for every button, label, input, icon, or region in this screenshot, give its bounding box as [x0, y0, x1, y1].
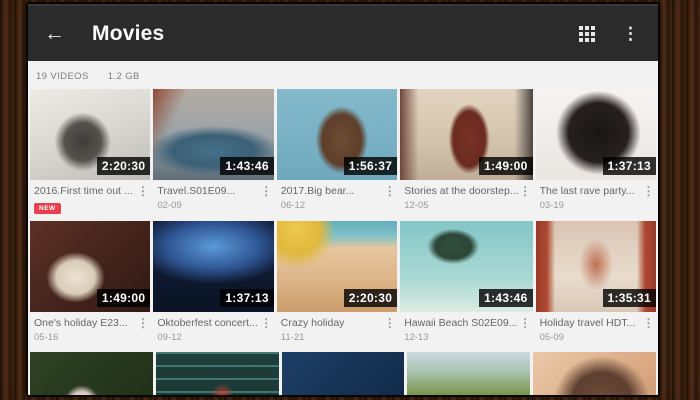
video-meta: Crazy holiday 11-21 ⋮ [277, 312, 397, 346]
brown-bear-against-sky-thumbnail[interactable]: 1:56:37 [277, 89, 397, 180]
video-card[interactable]: 1:49:00 Stories at the doorstep... 12-05… [400, 89, 532, 215]
video-meta-text: The last rave party... 03-19 [540, 185, 642, 211]
new-badge: NEW [34, 203, 61, 214]
video-meta-text: One's holiday E23... 05-16 [34, 317, 136, 343]
grid-view-icon[interactable] [579, 26, 595, 42]
app-bar-actions: ⋮ [579, 23, 642, 44]
video-count: 19 VIDEOS [36, 71, 89, 82]
app-bar: ← Movies ⋮ [28, 4, 658, 61]
video-options-icon[interactable]: ⋮ [383, 185, 396, 198]
video-date: 12-13 [404, 332, 518, 343]
video-title: 2016.First time out ... [34, 185, 136, 197]
screen: ← Movies ⋮ 19 VIDEOS 1.2 GB 2:20:30 [28, 4, 658, 395]
video-duration-badge: 1:43:46 [220, 157, 273, 175]
woman-portrait-video-thumbnail[interactable] [533, 352, 656, 395]
video-card[interactable]: 1:37:13 Oktoberfest concert... 09-12 ⋮ [153, 221, 273, 346]
video-date: 03-19 [540, 200, 642, 211]
page-title: Movies [92, 22, 164, 46]
video-meta-text: Hawaii Beach S02E09... 12-13 [404, 317, 518, 343]
valley-landscape-video-thumbnail[interactable] [407, 352, 530, 395]
video-meta: The last rave party... 03-19 ⋮ [536, 180, 656, 214]
video-title: Crazy holiday [281, 317, 383, 329]
video-options-icon[interactable]: ⋮ [383, 317, 396, 330]
video-meta: One's holiday E23... 05-16 ⋮ [30, 312, 150, 346]
video-title: Oktoberfest concert... [157, 317, 259, 329]
video-card[interactable]: 1:49:00 One's holiday E23... 05-16 ⋮ [30, 221, 150, 346]
video-meta: Oktoberfest concert... 09-12 ⋮ [153, 312, 273, 346]
video-options-icon[interactable]: ⋮ [136, 185, 149, 198]
golden-gate-bridge-tower-thumbnail[interactable]: 1:35:31 [536, 221, 656, 312]
video-meta: Stories at the doorstep... 12-05 ⋮ [400, 180, 532, 214]
video-meta-text: Crazy holiday 11-21 [281, 317, 383, 343]
ocean-water-video-thumbnail[interactable] [282, 352, 405, 395]
video-options-icon[interactable]: ⋮ [260, 317, 273, 330]
video-meta: 2017.Big bear... 06-12 ⋮ [277, 180, 397, 214]
overflow-menu-icon[interactable]: ⋮ [619, 23, 642, 44]
total-size: 1.2 GB [108, 71, 140, 82]
concert-stage-blue-lights-thumbnail[interactable]: 1:37:13 [153, 221, 273, 312]
video-duration-badge: 1:49:00 [97, 289, 150, 307]
video-title: Holiday travel HDT... [540, 317, 642, 329]
video-meta: Hawaii Beach S02E09... 12-13 ⋮ [400, 312, 532, 346]
video-options-icon[interactable]: ⋮ [642, 185, 655, 198]
woman-on-beach-under-umbrella-thumbnail[interactable]: 2:20:30 [277, 221, 397, 312]
video-card[interactable]: 2:20:30 2016.First time out ... NEW ⋮ [30, 89, 150, 215]
video-duration-badge: 1:43:46 [479, 289, 532, 307]
video-meta-text: Holiday travel HDT... 05-09 [540, 317, 642, 343]
palm-tree-teal-sky-thumbnail[interactable]: 1:43:46 [400, 221, 532, 312]
video-card[interactable]: 1:35:31 Holiday travel HDT... 05-09 ⋮ [536, 221, 656, 346]
video-duration-badge: 1:35:31 [603, 289, 656, 307]
video-meta-text: 2017.Big bear... 06-12 [281, 185, 383, 211]
video-date: 11-21 [281, 332, 383, 343]
laughing-woman-dark-hair-thumbnail[interactable]: 1:37:13 [536, 89, 656, 180]
folder-stats: 19 VIDEOS 1.2 GB [28, 61, 658, 89]
video-date: 09-12 [157, 332, 259, 343]
video-options-icon[interactable]: ⋮ [136, 317, 149, 330]
video-title: 2017.Big bear... [281, 185, 383, 197]
video-options-icon[interactable]: ⋮ [642, 317, 655, 330]
video-card[interactable]: 1:56:37 2017.Big bear... 06-12 ⋮ [277, 89, 397, 215]
video-duration-badge: 1:56:37 [344, 157, 397, 175]
video-options-icon[interactable]: ⋮ [519, 185, 532, 198]
video-title: Travel.S01E09... [157, 185, 259, 197]
video-card[interactable]: 1:37:13 The last rave party... 03-19 ⋮ [536, 89, 656, 215]
red-shoes-stairs-video-thumbnail[interactable] [156, 352, 279, 395]
video-date: 05-09 [540, 332, 642, 343]
man-pointing-dark-interior-thumbnail[interactable]: 1:49:00 [30, 221, 150, 312]
video-title: Hawaii Beach S02E09... [404, 317, 518, 329]
puppy-video-thumbnail[interactable] [30, 352, 153, 395]
group-of-women-sitting-thumbnail[interactable]: 1:43:46 [153, 89, 273, 180]
video-duration-badge: 1:37:13 [220, 289, 273, 307]
video-card[interactable]: 1:43:46 Hawaii Beach S02E09... 12-13 ⋮ [400, 221, 532, 346]
video-title: One's holiday E23... [34, 317, 136, 329]
video-date: 12-05 [404, 200, 518, 211]
video-meta: Holiday travel HDT... 05-09 ⋮ [536, 312, 656, 346]
video-duration-badge: 1:49:00 [479, 157, 532, 175]
back-arrow-icon[interactable]: ← [44, 23, 65, 44]
video-meta-text: Travel.S01E09... 02-09 [157, 185, 259, 211]
video-date: 02-09 [157, 200, 259, 211]
video-options-icon[interactable]: ⋮ [519, 317, 532, 330]
video-meta: Travel.S01E09... 02-09 ⋮ [153, 180, 273, 214]
video-duration-badge: 2:20:30 [97, 157, 150, 175]
video-options-icon[interactable]: ⋮ [260, 185, 273, 198]
video-meta-text: Stories at the doorstep... 12-05 [404, 185, 518, 211]
video-grid-partial-row [28, 352, 658, 395]
video-duration-badge: 1:37:13 [603, 157, 656, 175]
video-date: 05-16 [34, 332, 136, 343]
building-facade-with-door-thumbnail[interactable]: 1:49:00 [400, 89, 532, 180]
video-grid: 2:20:30 2016.First time out ... NEW ⋮ 1:… [28, 89, 658, 346]
man-sitting-on-skateboard-thumbnail[interactable]: 2:20:30 [30, 89, 150, 180]
video-duration-badge: 2:20:30 [344, 289, 397, 307]
video-title: Stories at the doorstep... [404, 185, 518, 197]
video-meta-text: Oktoberfest concert... 09-12 [157, 317, 259, 343]
video-meta: 2016.First time out ... NEW ⋮ [30, 180, 150, 215]
video-date: 06-12 [281, 200, 383, 211]
video-card[interactable]: 2:20:30 Crazy holiday 11-21 ⋮ [277, 221, 397, 346]
video-card[interactable]: 1:43:46 Travel.S01E09... 02-09 ⋮ [153, 89, 273, 215]
video-title: The last rave party... [540, 185, 642, 197]
video-meta-text: 2016.First time out ... NEW [34, 185, 136, 215]
